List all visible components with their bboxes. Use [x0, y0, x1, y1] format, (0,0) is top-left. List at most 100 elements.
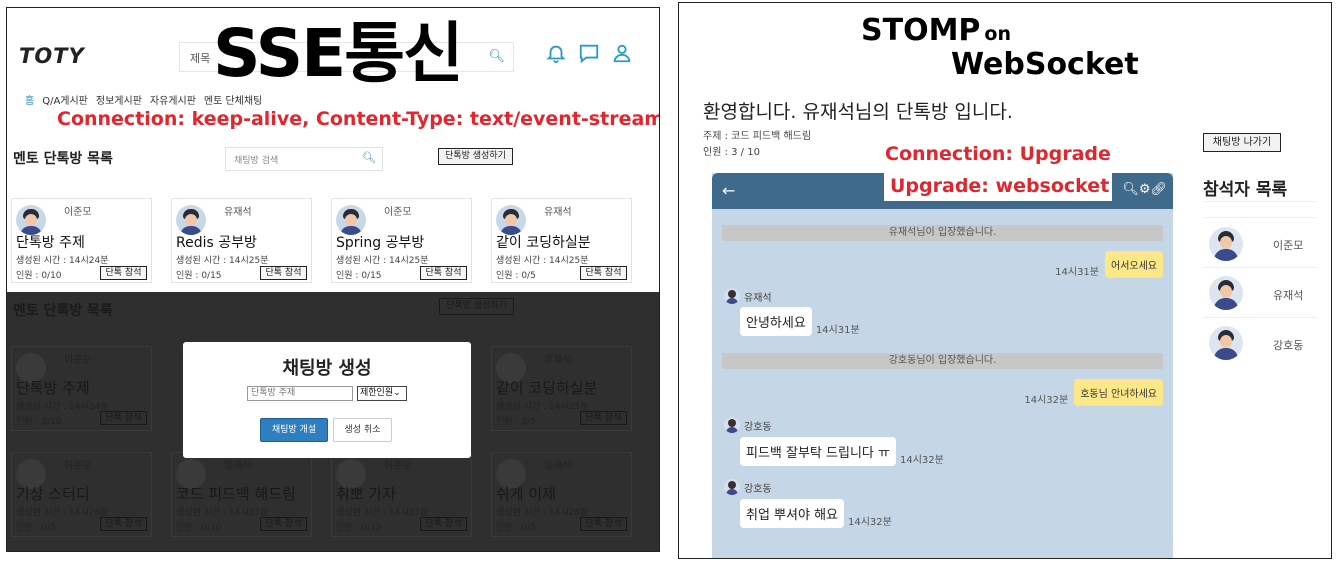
avatar — [496, 205, 526, 235]
join-room-button: 단톡 참석 — [420, 517, 467, 531]
websocket-header-box: Upgrade: websocket — [884, 173, 1112, 201]
message-time: 14시32분 — [899, 455, 944, 466]
join-room-button: 단톡 참석 — [580, 517, 627, 531]
avatar — [724, 479, 740, 495]
divider — [1203, 317, 1317, 318]
leave-room-button[interactable]: 채팅방 나가기 — [1203, 133, 1281, 152]
join-room-button: 단톡 참석 — [580, 411, 627, 425]
sender: 강호동 — [724, 479, 772, 495]
back-arrow-icon[interactable]: ← — [722, 181, 735, 200]
divider — [1203, 201, 1317, 202]
websocket-panel: STOMP on WebSocket 환영합니다. 유재석님의 단톡방 입니다. … — [678, 2, 1332, 559]
message-time: 14시32분 — [848, 517, 892, 528]
sse-headers-note: Connection: keep-alive, Content-Type: te… — [57, 108, 660, 130]
cancel-create-button[interactable]: 생성 취소 — [333, 418, 392, 442]
room-created-time: 생성된 시간 : 14시25분 — [496, 402, 589, 412]
room-owner: 유재석 — [544, 355, 572, 366]
avatar — [16, 205, 46, 235]
message-bubble: 취업 뿌셔야 해요 — [740, 499, 844, 528]
join-room-button: 단톡 참석 — [260, 517, 307, 531]
room-member-count: 인원 : 0/10 — [176, 523, 222, 533]
join-room-button: 단톡 참석 — [100, 411, 147, 425]
link-icon[interactable]: 🔗︎ — [1150, 182, 1167, 197]
room-card: 유재석 쉬게 이제 생성된 시간 : 14시28분 인원 : 0/5 단톡 참석 — [491, 452, 632, 537]
join-room-button[interactable]: 단톡 참석 — [260, 266, 307, 280]
nav-free[interactable]: 자유게시판 — [150, 92, 196, 107]
gear-icon[interactable]: ⚙ — [1139, 182, 1151, 197]
room-title: 취뽀 가자 — [336, 485, 396, 503]
avatar — [724, 288, 740, 304]
room-created-time: 생성된 시간 : 14시25분 — [336, 256, 429, 266]
room-title: 단톡방 주제 — [16, 235, 85, 251]
room-card: 유재석 같이 코딩하실분 생성된 시간 : 14시25분 인원 : 0/5 단톡… — [491, 346, 632, 431]
message-bubble: 피드백 잘부탁 드립니다 ㅠ — [740, 437, 896, 466]
avatar — [1209, 227, 1243, 261]
room-topic: 주제 : 코드 피드백 해드림 — [703, 131, 812, 142]
room-title: 단톡방 주제 — [16, 379, 90, 397]
my-message: 14시32분 호동님 안녀하세요 — [1024, 379, 1163, 406]
join-room-button[interactable]: 단톡 참석 — [420, 266, 467, 280]
room-card: 이준모 Spring 공부방 생성된 시간 : 14시25분 인원 : 0/15… — [331, 198, 472, 283]
sse-panel: TOTY 제목 🔍︎ SSE통신 홈 Q/A게시판 정보게시판 자유게시판 멘토… — [6, 7, 660, 552]
room-owner: 이준모 — [384, 207, 412, 218]
room-card: 이준모 취뽀 가자 생성된 시간 : 14시27분 인원 : 0/15 단톡 참… — [331, 452, 472, 537]
room-search-placeholder: 채팅방 검색 — [234, 156, 279, 166]
nav-info[interactable]: 정보게시판 — [96, 92, 142, 107]
room-title: 같이 코딩하실분 — [496, 379, 598, 397]
room-owner: 이준모 — [64, 355, 92, 366]
search-icon[interactable]: 🔍︎ — [1122, 182, 1139, 197]
open-room-button[interactable]: 채팅방 개설 — [260, 418, 328, 442]
upgrade-header-note: Connection: Upgrade — [885, 143, 1111, 165]
avatar — [1209, 276, 1243, 310]
avatar — [336, 205, 366, 235]
message-bubble: 안녕하세요 — [740, 307, 812, 336]
room-search-input[interactable]: 채팅방 검색 🔍︎ — [225, 147, 383, 171]
room-member-count: 인원 : 0/15 — [336, 271, 382, 281]
participant-name: 이준모 — [1273, 239, 1304, 252]
room-owner: 유재석 — [224, 461, 252, 472]
message-time: 14시31분 — [1055, 267, 1099, 278]
room-title: 코드 피드백 해드림 — [176, 485, 296, 503]
divider — [1203, 217, 1317, 218]
chat-window: ← 🔍︎⚙🔗︎ Upgrade: websocket 유재석님이 입장했습니다.… — [712, 173, 1173, 558]
other-message: 안녕하세요 14시31분 — [740, 307, 860, 336]
nav-qa[interactable]: Q/A게시판 — [42, 92, 88, 107]
room-title: 기상 스터디 — [16, 485, 90, 503]
room-card: 유재석 Redis 공부방 생성된 시간 : 14시25분 인원 : 0/15 … — [171, 198, 312, 283]
brand-logo[interactable]: TOTY — [19, 44, 85, 68]
search-icon[interactable]: 🔍︎ — [362, 151, 376, 164]
participants-title: 참석자 목록 — [1203, 180, 1288, 200]
create-room-button[interactable]: 단톡방 생성하기 — [438, 148, 513, 165]
sender: 유재석 — [724, 288, 772, 304]
join-room-button: 단톡 참석 — [100, 517, 147, 531]
room-topic-input[interactable]: 단톡방 주제 — [247, 386, 353, 401]
chat-icon[interactable] — [578, 42, 600, 64]
room-created-time: 생성된 시간 : 14시24분 — [16, 256, 109, 266]
bell-icon[interactable] — [545, 42, 567, 64]
create-room-button: 단톡방 생성하기 — [439, 298, 514, 315]
stomp-title: STOMP on — [861, 13, 1012, 48]
sender: 강호동 — [724, 417, 772, 433]
message-bubble: 어서오세요 — [1105, 251, 1163, 278]
user-icon[interactable] — [611, 42, 633, 64]
member-limit-select[interactable]: 제한인원⌄ — [357, 386, 407, 401]
sender-name: 강호동 — [744, 483, 772, 495]
message-time: 14시31분 — [815, 325, 860, 336]
message-bubble: 호동님 안녀하세요 — [1074, 379, 1163, 406]
join-room-button[interactable]: 단톡 참석 — [100, 266, 147, 280]
search-icon[interactable]: 🔍︎ — [488, 49, 505, 64]
join-room-button[interactable]: 단톡 참석 — [580, 266, 627, 280]
nav-mentor-chat[interactable]: 멘토 단체채팅 — [204, 92, 262, 107]
nav-home[interactable]: 홈 — [25, 92, 34, 107]
room-created-time: 생성된 시간 : 14시27분 — [176, 508, 269, 518]
avatar — [724, 417, 740, 433]
room-title: Spring 공부방 — [336, 235, 425, 251]
sender-name: 강호동 — [744, 421, 772, 433]
room-title: 같이 코딩하실분 — [496, 235, 591, 251]
sender-name: 유재석 — [744, 292, 772, 304]
sse-overlay-title: SSE통신 — [213, 15, 464, 92]
room-member-count: 인원 : 0/10 — [16, 417, 62, 427]
member-limit-label: 제한인원 — [360, 388, 394, 398]
system-message: 강호동님이 입장했습니다. — [722, 353, 1163, 369]
room-card: 이준모 기상 스터디 생성된 시간 : 14시26분 인원 : 0/5 단톡 참… — [11, 452, 152, 537]
